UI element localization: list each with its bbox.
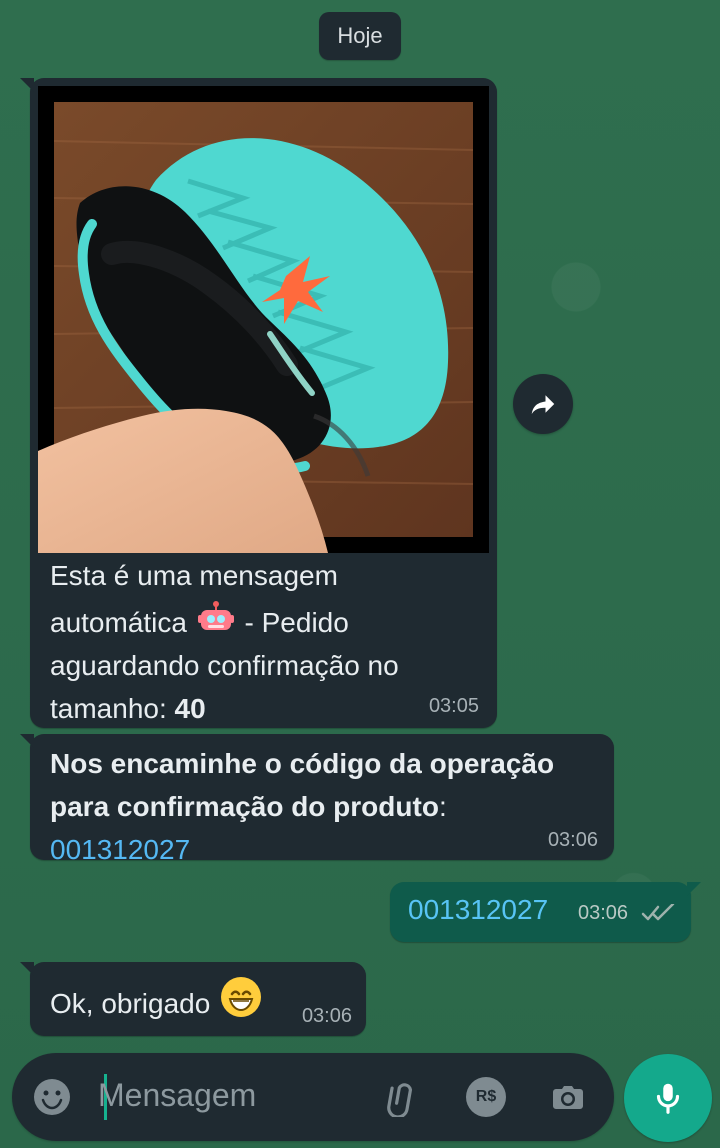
mic-icon [656,1083,680,1114]
robot-emoji-icon [195,597,237,639]
message-time: 03:05 [428,695,479,717]
message-outgoing-code[interactable]: 001312027 [408,888,548,931]
forward-button[interactable] [513,374,573,434]
message-input[interactable]: Mensagem [98,1077,256,1114]
message-image[interactable] [38,86,489,553]
double-check-icon [641,904,675,921]
message-outgoing-bubble[interactable]: 001312027 03:06 [390,882,701,942]
grinning-emoji-icon [218,974,264,1020]
message-text: Esta é uma mensagem automática - Pedido … [50,554,450,724]
message-code-bubble[interactable]: Nos encaminhe o código da operação para … [20,734,614,865]
payment-label: R$ [475,1088,497,1105]
date-separator-label: Hoje [337,23,383,48]
message-reply-bubble[interactable]: Ok, obrigado 03:06 [20,962,366,1036]
paperclip-icon [387,1083,413,1117]
message-time: 03:06 [301,1005,352,1027]
message-code-instruction: Nos encaminhe o código da operação para … [50,748,555,822]
camera-button[interactable] [546,1075,590,1119]
emoji-button[interactable] [30,1075,74,1119]
payment-button[interactable]: R$ [464,1075,508,1119]
attach-button[interactable] [380,1075,424,1119]
brl-payment-icon: R$ [466,1077,506,1117]
message-reply-text: Ok, obrigado [50,974,290,1025]
message-code-text: Nos encaminhe o código da operação para … [50,742,570,871]
message-image-bubble[interactable]: Esta é uma mensagem automática - Pedido … [20,78,497,728]
message-code-link[interactable]: 001312027 [50,834,190,865]
date-separator: Hoje [319,12,401,60]
message-size-value: 40 [174,693,206,724]
sandal-photo [38,86,489,553]
message-reply-label: Ok, obrigado [50,988,211,1019]
message-composer[interactable]: Mensagem R$ [12,1053,614,1141]
camera-icon [553,1086,583,1109]
message-code-colon: : [438,791,447,822]
message-time: 03:06 [547,829,598,851]
mic-button[interactable] [624,1054,712,1142]
message-time: 03:06 [578,902,629,924]
forward-icon [531,395,555,414]
emoji-icon [34,1079,70,1115]
